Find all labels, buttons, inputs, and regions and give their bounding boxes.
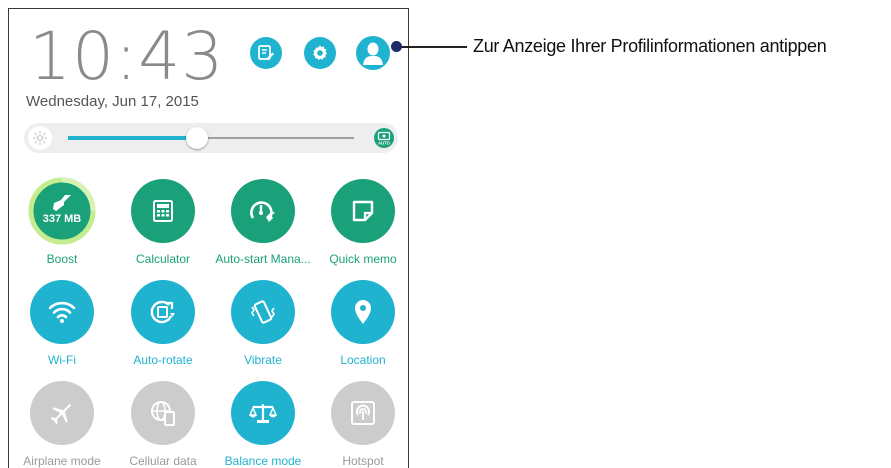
profile-button[interactable]: [356, 36, 390, 70]
tile-label: Auto-start Mana...: [215, 252, 311, 266]
auto-brightness-icon: AUTO: [377, 131, 391, 146]
tile-label: Calculator: [135, 252, 191, 266]
edit-icon: [258, 45, 274, 60]
balance-mode-circle[interactable]: [231, 381, 295, 445]
quick-settings-panel: 10:43 Wednesday, Jun 17, 2015 AUTO 337 M…: [8, 8, 409, 468]
tile-label: Quick memo: [329, 252, 397, 266]
brightness-slider-thumb[interactable]: [185, 127, 208, 149]
location-pin-icon: [355, 300, 371, 324]
tile-auto-start-manager[interactable]: Auto-start Mana...: [215, 179, 311, 266]
auto-brightness-label: AUTO: [378, 141, 391, 146]
tile-label: Cellular data: [129, 454, 197, 468]
vibrate-icon: [251, 300, 275, 324]
tile-auto-rotate[interactable]: Auto-rotate: [115, 280, 211, 367]
profile-icon: [363, 42, 383, 65]
callout-leader-line: [397, 46, 467, 48]
calculator-icon: [153, 200, 173, 222]
vibrate-circle[interactable]: [231, 280, 295, 344]
quick-memo-circle[interactable]: [331, 179, 395, 243]
wifi-circle[interactable]: [30, 280, 94, 344]
tile-hotspot[interactable]: Hotspot: [315, 381, 411, 468]
settings-button[interactable]: [304, 37, 336, 69]
speedometer-wrench-icon: [250, 201, 275, 222]
tile-label: Wi-Fi: [48, 353, 76, 367]
tile-label: Balance mode: [224, 454, 302, 468]
clock: 10:43: [29, 18, 225, 95]
hotspot-icon: [351, 401, 375, 425]
tile-label: Location: [340, 353, 386, 367]
boost-value: 337 MB: [42, 212, 82, 225]
hotspot-circle[interactable]: [331, 381, 395, 445]
airplane-circle[interactable]: [30, 381, 94, 445]
tile-cellular-data[interactable]: Cellular data: [115, 381, 211, 468]
airplane-icon: [50, 403, 72, 425]
tile-label: Airplane mode: [23, 454, 101, 468]
auto-start-circle[interactable]: [231, 179, 295, 243]
auto-rotate-circle[interactable]: [131, 280, 195, 344]
settings-icon: [313, 45, 327, 60]
tile-balance-mode[interactable]: Balance mode: [215, 381, 311, 468]
memo-icon: [352, 200, 374, 222]
edit-button[interactable]: [250, 37, 282, 69]
globe-phone-icon: [151, 401, 175, 426]
tile-quick-memo[interactable]: Quick memo: [315, 179, 411, 266]
location-circle[interactable]: [331, 280, 395, 344]
date-text: Wednesday, Jun 17, 2015: [26, 93, 199, 110]
callout-text: Zur Anzeige Ihrer Profilinformationen an…: [473, 36, 827, 56]
brightness-sun-icon: [28, 126, 52, 150]
tile-label: Hotspot: [342, 454, 384, 468]
cellular-data-circle[interactable]: [131, 381, 195, 445]
auto-brightness-button[interactable]: AUTO: [374, 128, 394, 148]
wifi-icon: [48, 301, 76, 323]
tile-label: Vibrate: [244, 353, 282, 367]
rotate-icon: [150, 300, 175, 324]
tile-boost[interactable]: 337 MB Boost: [14, 177, 110, 266]
tile-location[interactable]: Location: [315, 280, 411, 367]
broom-icon: [53, 194, 71, 211]
tile-airplane-mode[interactable]: Airplane mode: [14, 381, 110, 468]
tile-calculator[interactable]: Calculator: [115, 179, 211, 266]
balance-scale-icon: [249, 404, 277, 423]
tile-wifi[interactable]: Wi-Fi: [14, 280, 110, 367]
tile-vibrate[interactable]: Vibrate: [215, 280, 311, 367]
calculator-circle[interactable]: [131, 179, 195, 243]
callout-dot: [391, 41, 402, 52]
brightness-track-fill: [68, 136, 197, 140]
tile-label: Auto-rotate: [133, 353, 193, 367]
boost-circle[interactable]: 337 MB: [28, 177, 96, 245]
tile-label: Boost: [46, 252, 78, 266]
brightness-bar: AUTO: [24, 123, 398, 153]
